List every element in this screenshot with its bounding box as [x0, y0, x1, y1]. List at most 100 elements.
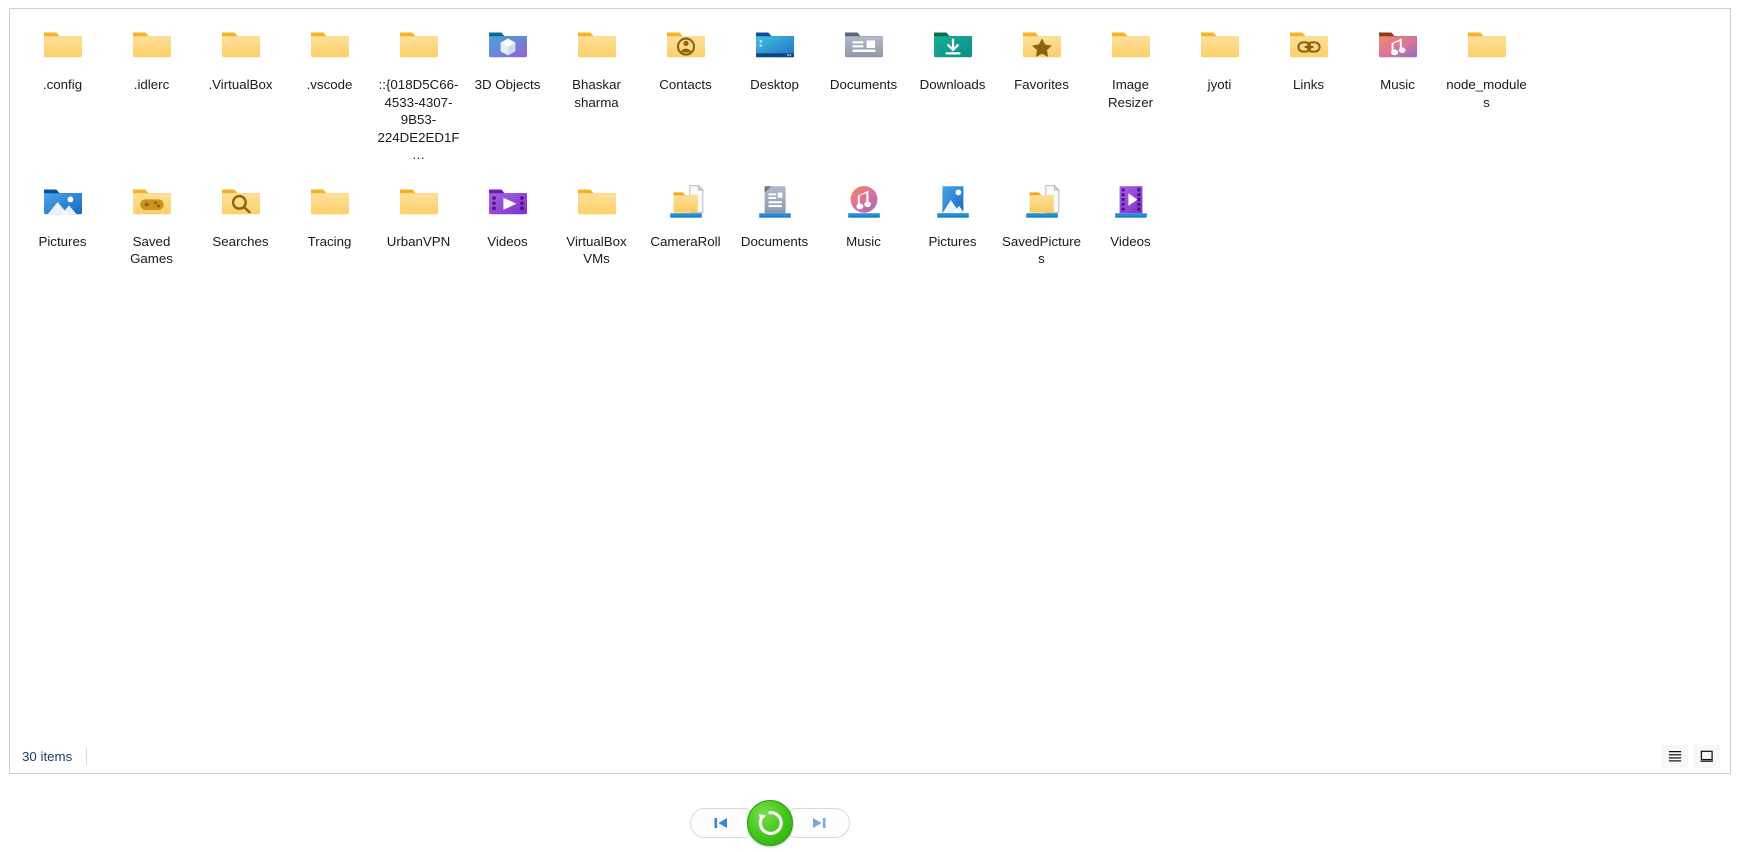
folder-plain-icon: [1107, 21, 1155, 69]
file-item[interactable]: Links: [1264, 15, 1353, 94]
playback-control-bar: [670, 800, 870, 846]
file-item[interactable]: Bhaskar sharma: [552, 15, 641, 111]
file-item[interactable]: Desktop: [730, 15, 819, 94]
folder-saved-games-icon: [128, 178, 176, 226]
library-documents-icon: [751, 178, 799, 226]
file-item-label: SavedPictures: [1001, 233, 1082, 267]
file-item[interactable]: Contacts: [641, 15, 730, 94]
file-item-label: Pictures: [38, 233, 87, 249]
details-view-button[interactable]: [1662, 744, 1688, 768]
file-item-label: Links: [1292, 77, 1325, 92]
folder-favorites-icon: [1018, 21, 1066, 69]
file-item-label: .config: [42, 77, 83, 92]
status-separator: [86, 747, 88, 765]
view-toggle-group: [1662, 744, 1720, 768]
file-item[interactable]: Favorites: [997, 15, 1086, 94]
file-item-label: VirtualBox VMs: [566, 233, 627, 267]
folder-plain-icon: [573, 21, 621, 69]
file-item-label: .vscode: [306, 77, 353, 92]
next-button[interactable]: [788, 808, 850, 838]
replay-icon: [758, 811, 783, 835]
file-item-label: Desktop: [750, 77, 799, 92]
file-item[interactable]: Documents: [819, 15, 908, 94]
file-item-label: Downloads: [919, 77, 986, 92]
file-item[interactable]: Pictures: [908, 172, 997, 251]
file-item[interactable]: .idlerc: [107, 15, 196, 94]
file-item-label: Documents: [829, 77, 898, 92]
item-count-label: 30 items: [22, 748, 73, 764]
folder-links-icon: [1285, 21, 1333, 69]
file-item[interactable]: VirtualBox VMs: [552, 172, 641, 268]
file-item-label: Contacts: [659, 77, 712, 92]
folder-documents-icon: [840, 21, 888, 69]
library-videos-icon: [1107, 178, 1155, 226]
replay-button[interactable]: [747, 800, 793, 846]
large-icons-view-button[interactable]: [1694, 744, 1720, 768]
file-item[interactable]: Documents: [730, 172, 819, 251]
items-area[interactable]: .config .idlerc .VirtualBox .vscode::{0…: [10, 9, 1730, 739]
file-item-label: .idlerc: [133, 77, 170, 92]
folder-plain-icon: [39, 21, 87, 69]
file-item[interactable]: .VirtualBox: [196, 15, 285, 94]
folder-plain-icon: [128, 21, 176, 69]
file-item-label: ::{018D5C66-4533-4307-9B53-224DE2ED1F…: [377, 77, 460, 162]
screen: .config .idlerc .VirtualBox .vscode::{0…: [0, 0, 1744, 852]
previous-button[interactable]: [690, 808, 752, 838]
file-item[interactable]: Downloads: [908, 15, 997, 94]
folder-searches-icon: [217, 178, 265, 226]
file-item[interactable]: Music: [819, 172, 908, 251]
file-item[interactable]: node_modules: [1442, 15, 1531, 111]
file-item[interactable]: Searches: [196, 172, 285, 251]
file-item[interactable]: Image Resizer: [1086, 15, 1175, 111]
folder-plain-icon: [217, 21, 265, 69]
file-item-label: 3D Objects: [474, 77, 541, 92]
file-item-label: Pictures: [928, 233, 977, 249]
folder-desktop-icon: [751, 21, 799, 69]
file-item-label: Music: [846, 233, 881, 249]
file-item-label: Favorites: [1014, 77, 1069, 92]
file-item-label: Bhaskar sharma: [572, 77, 621, 110]
file-item[interactable]: Saved Games: [107, 172, 196, 268]
icon-grid: .config .idlerc .VirtualBox .vscode::{0…: [18, 15, 1728, 268]
file-item[interactable]: CameraRoll: [641, 172, 730, 251]
folder-plain-icon: [1196, 21, 1244, 69]
folder-downloads-icon: [929, 21, 977, 69]
file-item[interactable]: .config: [18, 15, 107, 94]
file-item-label: Music: [1380, 77, 1415, 92]
folder-videos-icon: [484, 178, 532, 226]
file-item[interactable]: 3D Objects: [463, 15, 552, 94]
file-item-label: .VirtualBox: [208, 77, 273, 92]
file-item-label: Videos: [487, 233, 528, 249]
file-item-label: Documents: [740, 233, 809, 249]
status-bar: 30 items: [10, 739, 1730, 773]
folder-plain-icon: [306, 178, 354, 226]
file-item-label: node_modules: [1446, 77, 1527, 110]
file-item-label: Image Resizer: [1107, 77, 1154, 110]
folder-plain-icon: [1463, 21, 1511, 69]
folder-plain-icon: [395, 178, 443, 226]
library-generic-icon: [1018, 178, 1066, 226]
library-pictures-icon: [929, 178, 977, 226]
library-music-icon: [840, 178, 888, 226]
folder-plain-icon: [573, 178, 621, 226]
file-item[interactable]: .vscode: [285, 15, 374, 94]
file-item[interactable]: UrbanVPN: [374, 172, 463, 251]
file-item-label: CameraRoll: [650, 233, 721, 249]
large-icons-view-icon: [1700, 750, 1714, 762]
file-explorer-content-pane: .config .idlerc .VirtualBox .vscode::{0…: [9, 8, 1731, 774]
folder-music-icon: [1374, 21, 1422, 69]
file-item[interactable]: jyoti: [1175, 15, 1264, 94]
file-item[interactable]: Pictures: [18, 172, 107, 251]
details-view-icon: [1668, 751, 1682, 762]
file-item[interactable]: Videos: [1086, 172, 1175, 251]
file-item-label: jyoti: [1207, 77, 1232, 92]
status-left: 30 items: [22, 747, 88, 765]
file-item[interactable]: ::{018D5C66-4533-4307-9B53-224DE2ED1F…: [374, 15, 463, 164]
file-item[interactable]: SavedPictures: [997, 172, 1086, 268]
file-item[interactable]: Tracing: [285, 172, 374, 251]
file-item[interactable]: Videos: [463, 172, 552, 251]
folder-plain-icon: [306, 21, 354, 69]
icon-grid-row-2: Pictures Saved Games Searches Tracing Ur…: [18, 172, 1728, 268]
folder-pictures-icon: [39, 178, 87, 226]
file-item[interactable]: Music: [1353, 15, 1442, 94]
